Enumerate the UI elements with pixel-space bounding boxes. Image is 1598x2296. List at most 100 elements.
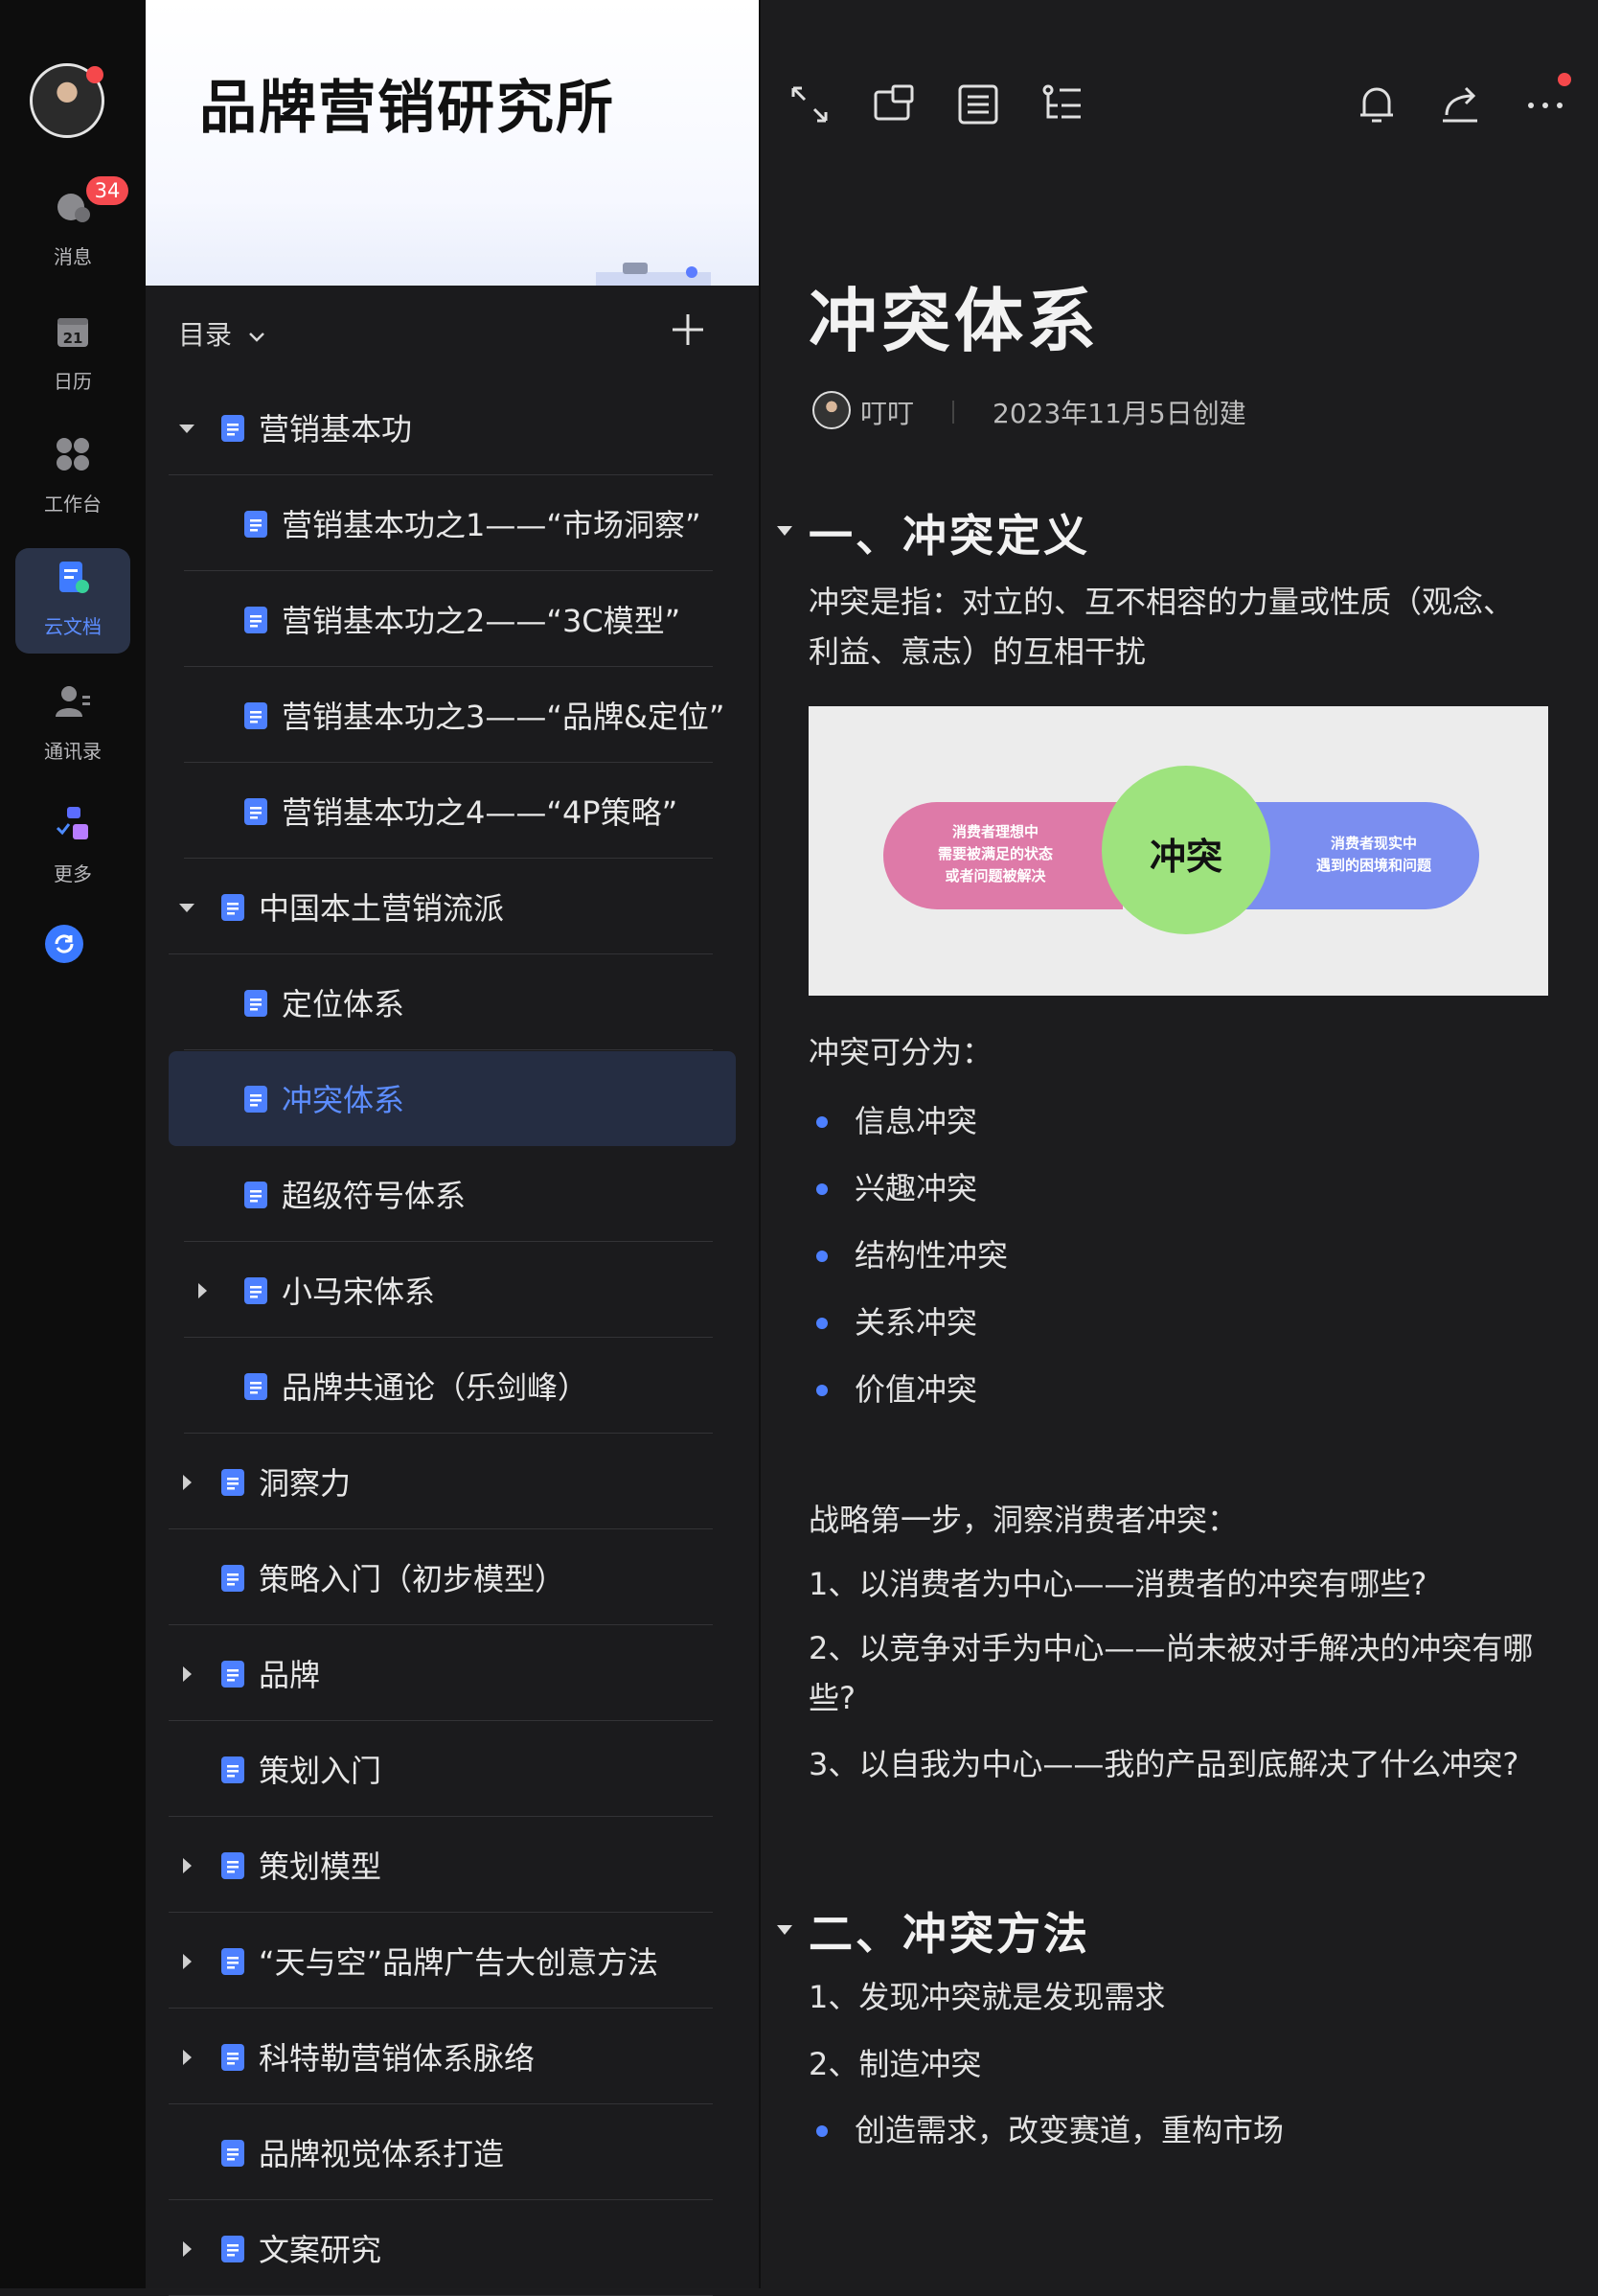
tree-item[interactable]: 科特勒营销体系脉络 — [169, 2009, 736, 2104]
tree-item[interactable]: 营销基本功之1——“市场洞察” — [169, 476, 736, 571]
row-divider — [169, 1720, 713, 1721]
section-collapse-icon[interactable] — [774, 520, 795, 541]
method-bullet: 创造需求，改变赛道，重构市场 — [855, 2112, 1285, 2148]
share-icon[interactable] — [1439, 82, 1483, 126]
document-title[interactable]: 冲突体系 — [809, 264, 1100, 365]
tree-item[interactable]: 冲突体系 — [169, 1051, 736, 1146]
doc-icon — [221, 2140, 244, 2167]
tree-item[interactable]: 营销基本功之3——“品牌&定位” — [169, 668, 736, 763]
conflict-type-item: 信息冲突 — [855, 1103, 978, 1139]
tree-item[interactable]: 品牌视觉体系打造 — [169, 2105, 736, 2200]
conflict-type-item: 结构性冲突 — [855, 1237, 1009, 1274]
calendar-day: 21 — [63, 330, 83, 347]
tree-item-label: 中国本土营销流派 — [259, 890, 505, 927]
doc-icon — [244, 1277, 267, 1304]
sync-button[interactable] — [45, 925, 83, 963]
tree-item[interactable]: 营销基本功 — [169, 380, 736, 475]
doc-icon — [244, 702, 267, 729]
conflict-type-item: 关系冲突 — [855, 1304, 978, 1341]
author-avatar[interactable] — [812, 391, 851, 429]
section-heading-1: 一、冲突定义 — [809, 510, 1090, 562]
rail-item-docs[interactable]: 云文档 — [15, 548, 130, 654]
doc-icon — [221, 1852, 244, 1879]
tree-item[interactable]: 中国本土营销流派 — [169, 860, 736, 954]
strategy-item-3: 3、以自我为中心——我的产品到底解决了什么冲突? — [809, 1746, 1519, 1782]
rail-item-messages[interactable]: 34 消息 — [15, 176, 130, 284]
more-icon[interactable] — [1523, 82, 1567, 126]
caret-down-icon[interactable] — [176, 418, 197, 439]
definition-line-1: 冲突是指：对立的、互不相容的力量或性质（观念、 — [809, 584, 1515, 620]
bullet-dot — [816, 1251, 828, 1262]
wiki-sidebar: 品牌营销研究所 目录 营销基本功 营销基本功之1——“市场洞察” 营销基本功之2——… — [146, 0, 759, 2296]
tree-item-label: 超级符号体系 — [282, 1178, 467, 1214]
doc-icon — [244, 990, 267, 1017]
strategy-item-2: 2、以竞争对手为中心——尚未被对手解决的冲突有哪 — [809, 1630, 1534, 1666]
space-cover: 品牌营销研究所 — [146, 0, 759, 286]
row-divider — [184, 762, 713, 763]
rail-item-workspace[interactable]: 工作台 — [15, 425, 130, 531]
rail-label-more: 更多 — [54, 862, 92, 885]
bullet-dot — [816, 1183, 828, 1195]
tree-item[interactable]: 品牌 — [169, 1626, 736, 1721]
rail-label-workspace: 工作台 — [44, 493, 102, 516]
row-divider — [184, 570, 713, 571]
row-divider — [169, 1816, 713, 1817]
rail-item-more[interactable]: 更多 — [15, 795, 130, 901]
tree-item[interactable]: 策划模型 — [169, 1818, 736, 1913]
tree-item-label: 定位体系 — [282, 986, 405, 1022]
tree-item[interactable]: 超级符号体系 — [169, 1147, 736, 1242]
row-divider — [184, 1049, 713, 1050]
row-divider — [184, 858, 713, 859]
list-tree-icon[interactable] — [1040, 82, 1084, 126]
add-page-button[interactable] — [669, 310, 707, 349]
rail-item-calendar[interactable]: 21 日历 — [15, 303, 130, 408]
author-name[interactable]: 叮叮 — [860, 393, 914, 431]
row-divider — [184, 1337, 713, 1338]
tree-item[interactable]: 定位体系 — [169, 955, 736, 1050]
floating-window-icon[interactable] — [872, 82, 916, 126]
doc-icon — [221, 1565, 244, 1592]
caret-right-icon[interactable] — [176, 1664, 197, 1685]
caret-right-icon[interactable] — [176, 2047, 197, 2068]
strategy-item-1: 1、以消费者为中心——消费者的冲突有哪些? — [809, 1566, 1427, 1602]
tree-item[interactable]: 小马宋体系 — [169, 1243, 736, 1338]
doc-icon — [221, 1756, 244, 1783]
tree-item[interactable]: 策划入门 — [169, 1722, 736, 1817]
meta-divider — [952, 401, 954, 424]
expand-icon[interactable] — [788, 82, 832, 126]
tree-item-label: 冲突体系 — [282, 1082, 405, 1118]
tree-item[interactable]: 营销基本功之4——“4P策略” — [169, 764, 736, 859]
caret-down-icon[interactable] — [176, 897, 197, 918]
rail-label-docs: 云文档 — [44, 615, 102, 638]
bullet-dot — [816, 2125, 828, 2137]
caret-right-icon[interactable] — [176, 2239, 197, 2260]
tree-item-label: 品牌 — [259, 1657, 321, 1693]
rail-label-messages: 消息 — [54, 245, 92, 268]
more-apps-icon — [56, 807, 88, 839]
section-collapse-icon[interactable] — [774, 1919, 795, 1940]
tree-item-label: 营销基本功之3——“品牌&定位” — [282, 699, 725, 735]
tree-item[interactable]: 策略入门（初步模型） — [169, 1530, 736, 1625]
tree-item[interactable]: 品牌共通论（乐剑峰） — [169, 1339, 736, 1434]
doc-icon — [221, 415, 244, 442]
row-divider — [169, 953, 713, 954]
tree-item-label: 营销基本功之2——“3C模型” — [282, 603, 681, 639]
tree-item[interactable]: 营销基本功之2——“3C模型” — [169, 572, 736, 667]
tree-item[interactable]: “天与空”品牌广告大创意方法 — [169, 1914, 736, 2009]
caret-right-icon[interactable] — [192, 1280, 213, 1301]
caret-right-icon[interactable] — [176, 1951, 197, 1972]
bell-icon[interactable] — [1355, 82, 1399, 126]
caret-right-icon[interactable] — [176, 1855, 197, 1876]
tree-item-label: 策划入门 — [259, 1753, 382, 1789]
toc-dropdown[interactable]: 目录 — [178, 314, 267, 353]
rail-item-contacts[interactable]: 通讯录 — [15, 673, 130, 778]
outline-icon[interactable] — [956, 82, 1000, 126]
tree-item[interactable]: 文案研究 — [169, 2201, 736, 2296]
row-divider — [169, 474, 713, 475]
conflict-diagram[interactable]: 冲突 消费者理想中 需要被满足的状态 或者问题被解决 消费者现实中 遇到的困境和… — [809, 706, 1548, 996]
tree-item-label: 小马宋体系 — [282, 1274, 436, 1310]
tree-item-label: 品牌共通论（乐剑峰） — [282, 1369, 589, 1406]
tree-item-label: 品牌视觉体系打造 — [259, 2136, 505, 2172]
caret-right-icon[interactable] — [176, 1472, 197, 1493]
tree-item[interactable]: 洞察力 — [169, 1435, 736, 1529]
